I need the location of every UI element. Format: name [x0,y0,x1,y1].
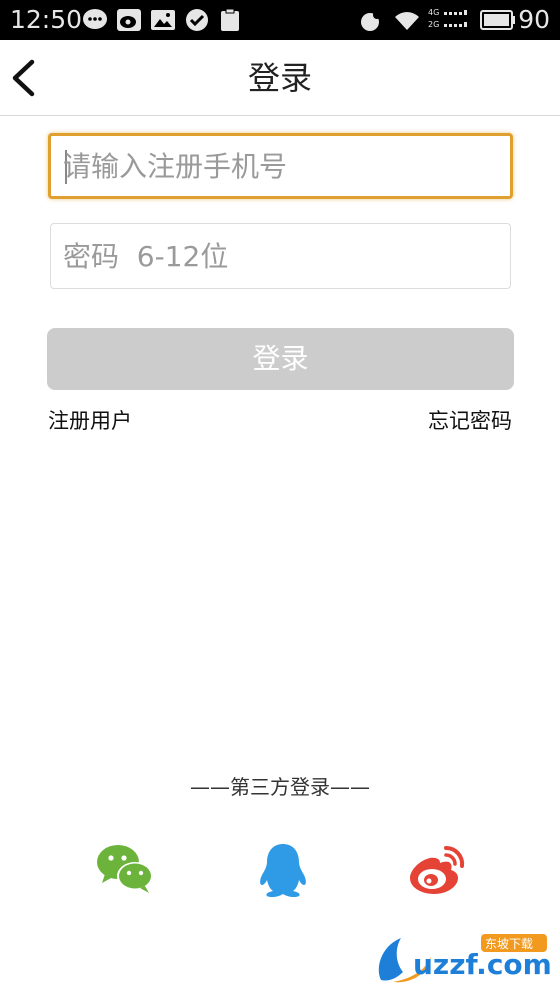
third-party-login-title: ——第三方登录—— [190,775,370,799]
watermark-text: uzzf.com [413,948,552,981]
forgot-password-link[interactable]: 忘记密码 [428,407,512,435]
chat-notification-icon [83,9,107,29]
wechat-login-button[interactable] [95,840,155,900]
watermark-tag: 东坡下载 [485,937,533,951]
check-notification-icon [186,9,208,31]
image-notification-icon [151,10,175,30]
password-input[interactable] [63,224,503,288]
app-status-icon [361,11,381,31]
status-time: 12:50 [10,5,83,34]
register-link[interactable]: 注册用户 [48,407,132,435]
phone-input[interactable] [63,136,503,196]
login-button[interactable]: 登录 [47,328,514,390]
status-bar: 12:50 4G 2G 90 [0,0,560,40]
page-title: 登录 [247,59,312,97]
battery-level: 90 [518,5,550,34]
qq-login-button[interactable] [253,840,313,900]
battery-icon [480,10,515,30]
uzzf-watermark-logo: uzzf.com 东坡下载 [373,928,553,988]
clipboard-notification-icon [221,8,239,31]
weibo-notification-icon [117,9,141,31]
qq-penguin-icon [260,844,306,898]
weibo-icon [410,845,465,894]
weibo-login-button[interactable] [406,840,466,900]
app-header: 登录 [0,40,560,116]
wechat-icon [97,845,153,893]
wifi-icon [395,12,419,31]
cellular-signal-icon: 4G 2G [428,8,470,34]
password-field[interactable] [50,223,511,289]
phone-field[interactable] [48,133,513,199]
